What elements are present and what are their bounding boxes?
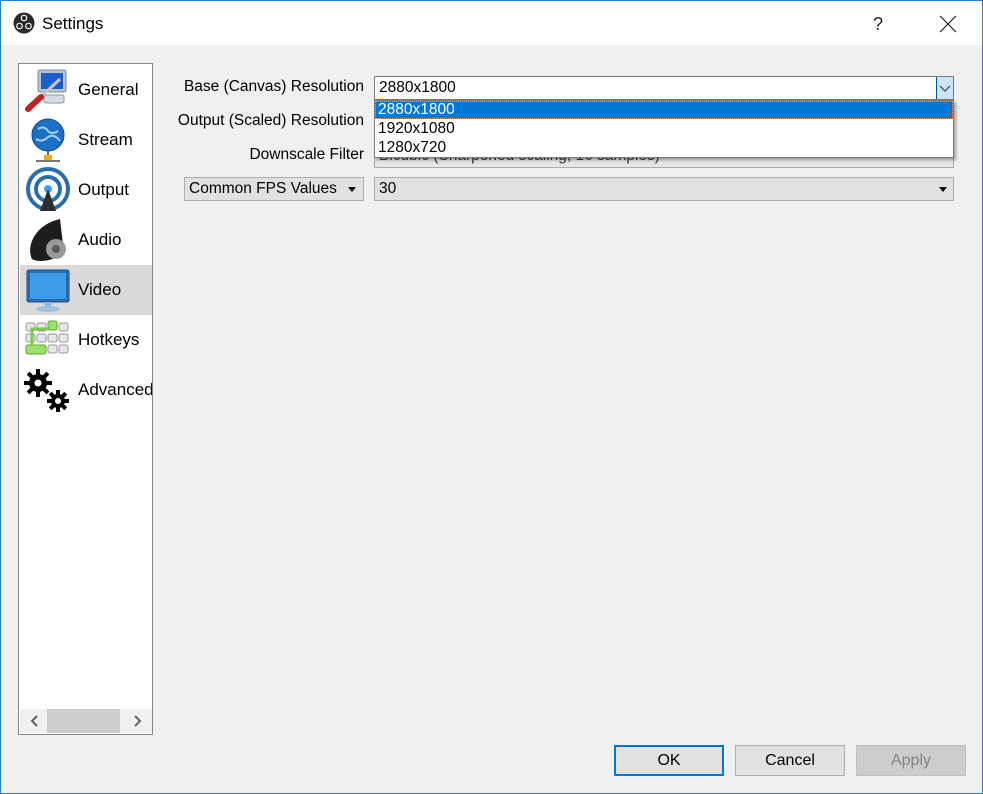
keyboard-icon [25, 320, 69, 355]
fps-value: 30 [379, 180, 397, 197]
title-bar: Settings ? [1, 1, 982, 45]
cancel-button[interactable]: Cancel [735, 745, 845, 776]
apply-button[interactable]: Apply [856, 745, 966, 776]
base-resolution-dropdown-list: 2880x1800 1920x1080 1280x720 [374, 100, 954, 158]
help-button[interactable]: ? [863, 9, 893, 39]
close-button[interactable] [931, 9, 965, 39]
chevron-down-icon [939, 85, 951, 92]
base-resolution-value[interactable]: 2880x1800 [379, 79, 456, 96]
downscale-filter-label: Downscale Filter [249, 146, 364, 163]
sidebar-item-label: General [78, 80, 139, 99]
fps-value-dropdown[interactable]: 30 [374, 177, 954, 201]
fps-mode-dropdown[interactable]: Common FPS Values [184, 177, 364, 201]
broadcast-antenna-icon [26, 167, 70, 211]
sidebar-item-general[interactable]: General [20, 65, 152, 115]
monitor-icon [26, 269, 70, 312]
sidebar-horizontal-scrollbar[interactable] [20, 709, 152, 733]
sidebar-item-video[interactable]: Video [20, 265, 152, 315]
sidebar-item-advanced[interactable]: Advanced [20, 365, 152, 415]
speaker-icon [30, 219, 66, 261]
dropdown-option[interactable]: 2880x1800 [375, 101, 953, 119]
dropdown-option[interactable]: 1280x720 [375, 139, 953, 157]
gears-icon [24, 369, 69, 412]
close-icon [939, 15, 957, 33]
globe-network-icon [31, 118, 65, 162]
settings-window: Settings ? General Stream Output Audio V… [0, 0, 983, 794]
general-wrench-monitor-icon [25, 69, 67, 112]
chevron-right-icon[interactable] [128, 712, 146, 730]
sidebar-item-hotkeys[interactable]: Hotkeys [20, 315, 152, 365]
sidebar-item-label: Hotkeys [78, 330, 140, 349]
base-resolution-combobox[interactable]: 2880x1800 [374, 76, 954, 100]
settings-category-list: General Stream Output Audio Video Hotkey… [18, 63, 153, 735]
chevron-left-icon[interactable] [26, 712, 44, 730]
sidebar-item-output[interactable]: Output [20, 165, 152, 215]
output-resolution-label: Output (Scaled) Resolution [177, 112, 364, 129]
sidebar-item-label: Audio [78, 230, 122, 249]
dropdown-option[interactable]: 1920x1080 [375, 120, 953, 138]
dropdown-arrow-icon [348, 187, 356, 192]
sidebar-item-label: Output [78, 180, 130, 199]
dropdown-arrow-icon [939, 187, 947, 192]
sidebar-item-audio[interactable]: Audio [20, 215, 152, 265]
sidebar-item-label: Advanced [78, 380, 152, 399]
sidebar-item-stream[interactable]: Stream [20, 115, 152, 165]
sidebar-item-label: Video [78, 280, 122, 299]
scrollbar-thumb[interactable] [47, 709, 120, 733]
base-resolution-label: Base (Canvas) Resolution [183, 78, 364, 95]
ok-button[interactable]: OK [614, 745, 724, 776]
sidebar-item-label: Stream [78, 130, 133, 149]
obs-logo-icon [13, 12, 35, 34]
window-title: Settings [42, 14, 104, 33]
fps-mode-value: Common FPS Values [189, 180, 337, 197]
base-resolution-dropdown-button[interactable] [936, 77, 953, 99]
